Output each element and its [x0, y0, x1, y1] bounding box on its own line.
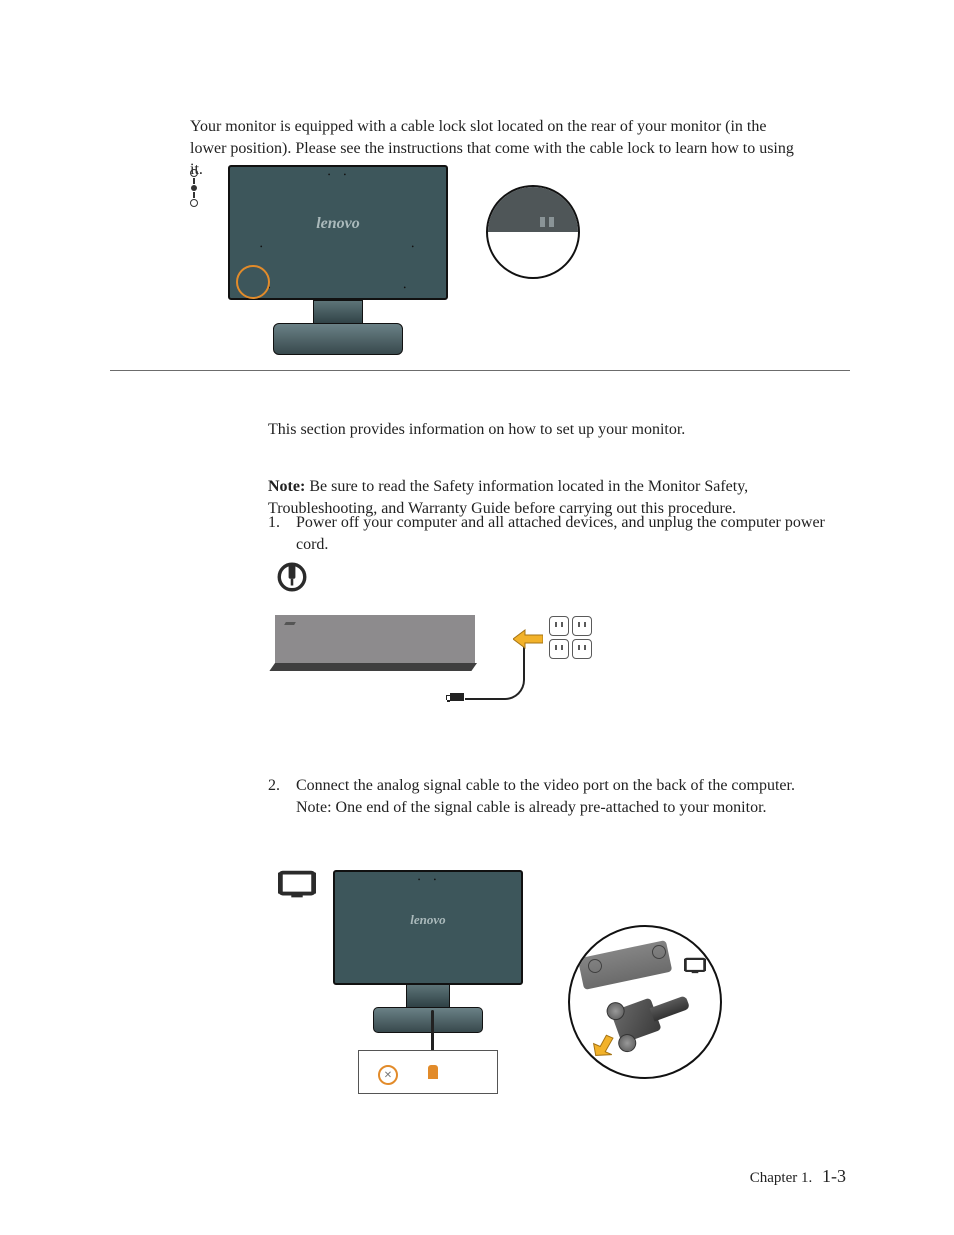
- step-2-number: 2.: [268, 775, 280, 797]
- computer-case: [275, 615, 475, 663]
- monitor-brand-logo: lenovo: [316, 215, 360, 233]
- step-2: 2. Connect the analog signal cable to th…: [296, 775, 836, 818]
- video-port-callout: [568, 925, 722, 1079]
- signal-cable-figure: • • lenovo ✕: [268, 870, 748, 1105]
- cable-lock-figure: • • lenovo • • • •: [190, 165, 580, 365]
- step-1-number: 1.: [268, 512, 280, 534]
- monitor-rear-illustration: • • lenovo • • • •: [208, 165, 468, 365]
- section-divider: [110, 370, 850, 371]
- wall-outlet-icon: [549, 616, 592, 659]
- lock-slot-callout: [486, 185, 580, 279]
- connect-arrow-icon: [590, 1032, 616, 1063]
- chapter-label: Chapter 1.: [750, 1170, 812, 1186]
- monitor-rear-illustration-2: • • lenovo: [333, 870, 523, 1033]
- page-footer: Chapter 1. 1-3: [750, 1166, 846, 1187]
- lock-slot-highlight: [236, 265, 270, 299]
- monitor-icon: [684, 957, 706, 980]
- step-2-text-a: Connect the analog signal cable to the v…: [296, 777, 795, 794]
- setup-section-intro: This section provides information on how…: [268, 421, 828, 439]
- power-plug-icon: [275, 560, 309, 599]
- cable-lock-icon: [190, 169, 198, 207]
- page-number: 1-3: [822, 1166, 846, 1186]
- unplug-arrow-icon: [513, 628, 543, 655]
- vga-connector: [607, 975, 703, 1059]
- monitor-icon: [278, 870, 316, 905]
- step-1: 1. Power off your computer and all attac…: [296, 512, 836, 555]
- note-label: Note:: [268, 478, 305, 495]
- cable-connector-highlight: [428, 1065, 438, 1079]
- step-1-text: Power off your computer and all attached…: [296, 514, 825, 553]
- monitor-brand-logo-2: lenovo: [410, 912, 445, 928]
- step-2-text-b: Note: One end of the signal cable is alr…: [296, 799, 767, 816]
- power-off-figure: [265, 560, 585, 730]
- document-page: Your monitor is equipped with a cable lo…: [0, 0, 954, 1235]
- video-port-highlight: ✕: [378, 1065, 398, 1085]
